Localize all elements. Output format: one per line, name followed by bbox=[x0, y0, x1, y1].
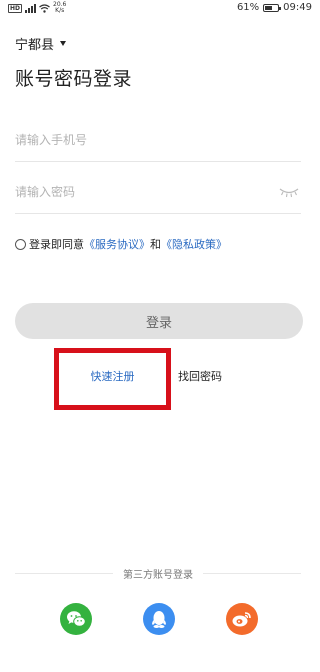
hd-badge: HD bbox=[8, 3, 23, 13]
weibo-login-button[interactable] bbox=[226, 603, 258, 635]
forgot-password-link[interactable]: 找回密码 bbox=[178, 368, 222, 384]
qq-icon bbox=[152, 611, 166, 628]
status-left: HD 20.6 K/s bbox=[8, 2, 66, 14]
divider-line-right bbox=[203, 572, 301, 574]
clock: 09:49 bbox=[283, 2, 312, 13]
location-selector[interactable]: 宁都县 bbox=[15, 34, 67, 53]
privacy-policy-link[interactable]: 《隐私政策》 bbox=[161, 236, 227, 252]
eye-closed-icon[interactable] bbox=[279, 186, 299, 198]
wifi-icon bbox=[39, 3, 50, 13]
password-input[interactable] bbox=[15, 172, 265, 212]
battery-icon bbox=[263, 3, 282, 12]
service-agreement-link[interactable]: 《服务协议》 bbox=[84, 236, 150, 252]
status-right: 61% 09:49 bbox=[237, 2, 312, 13]
quick-register-link[interactable]: 快速注册 bbox=[91, 368, 135, 384]
register-highlight-box: 快速注册 bbox=[54, 348, 171, 410]
page-title: 账号密码登录 bbox=[15, 68, 133, 90]
weibo-icon bbox=[232, 612, 251, 627]
third-party-label: 第三方账号登录 bbox=[123, 569, 193, 581]
agreement-checkbox[interactable] bbox=[15, 238, 26, 250]
status-bar: HD 20.6 K/s 61% 09:49 bbox=[0, 0, 320, 18]
phone-field bbox=[15, 120, 301, 162]
wechat-login-button[interactable] bbox=[60, 603, 92, 635]
agreement-row: 登录即同意 《服务协议》 和 《隐私政策》 bbox=[15, 236, 227, 252]
qq-login-button[interactable] bbox=[143, 603, 175, 635]
agreement-and: 和 bbox=[150, 238, 161, 251]
phone-input[interactable] bbox=[15, 120, 265, 160]
speed-unit: K/s bbox=[55, 7, 65, 14]
battery-percent: 61% bbox=[236, 2, 260, 13]
agreement-prefix: 登录即同意 bbox=[29, 238, 84, 251]
third-party-divider: 第三方账号登录 bbox=[15, 566, 301, 581]
wechat-icon bbox=[67, 611, 86, 627]
location-label: 宁都县 bbox=[15, 38, 55, 53]
login-button[interactable]: 登录 bbox=[15, 303, 303, 339]
chevron-down-icon bbox=[60, 41, 67, 46]
network-speed: 20.6 K/s bbox=[53, 2, 66, 14]
signal-icon bbox=[25, 3, 37, 13]
password-field bbox=[15, 172, 301, 214]
divider-line-left bbox=[15, 572, 113, 574]
